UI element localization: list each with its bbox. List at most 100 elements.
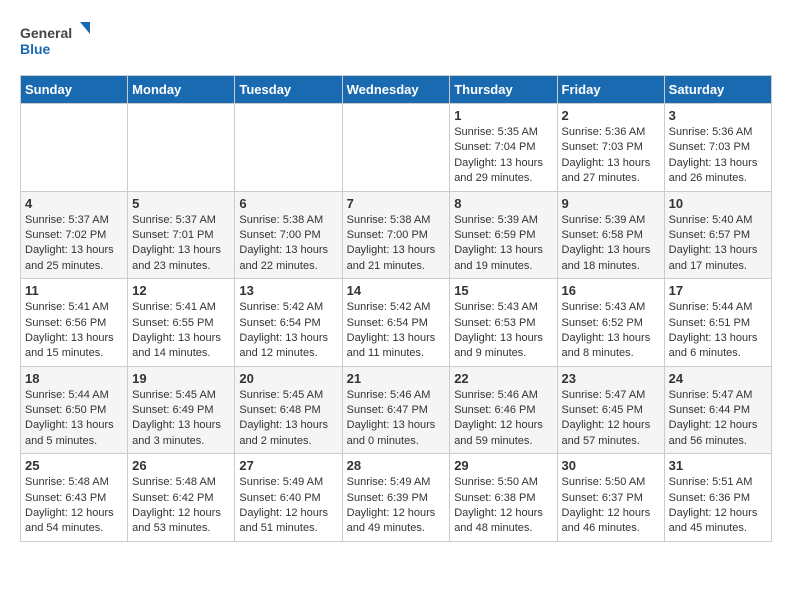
- day-number: 5: [132, 196, 230, 211]
- day-number: 19: [132, 371, 230, 386]
- calendar-cell: 17 Sunrise: 5:44 AM Sunset: 6:51 PM Dayli…: [664, 279, 771, 367]
- calendar-cell: 19 Sunrise: 5:45 AM Sunset: 6:49 PM Dayli…: [128, 366, 235, 454]
- svg-text:Blue: Blue: [20, 41, 51, 57]
- day-detail: Sunrise: 5:39 AM Sunset: 6:58 PM Dayligh…: [562, 213, 660, 275]
- calendar-cell: [128, 104, 235, 192]
- day-number: 13: [239, 283, 337, 298]
- calendar-cell: 2 Sunrise: 5:36 AM Sunset: 7:03 PM Daylig…: [557, 104, 664, 192]
- calendar-cell: [235, 104, 342, 192]
- day-detail: Sunrise: 5:51 AM Sunset: 6:36 PM Dayligh…: [669, 475, 767, 537]
- svg-text:General: General: [20, 25, 72, 41]
- day-number: 24: [669, 371, 767, 386]
- day-number: 30: [562, 458, 660, 473]
- day-number: 4: [25, 196, 123, 211]
- calendar-cell: [21, 104, 128, 192]
- col-header-thursday: Thursday: [450, 76, 557, 104]
- calendar-cell: 24Sunrise: 5:47 AM Sunset: 6:44 PM Dayli…: [664, 366, 771, 454]
- day-number: 10: [669, 196, 767, 211]
- day-number: 22: [454, 371, 552, 386]
- day-detail: Sunrise: 5:45 AM Sunset: 6:49 PM Dayligh…: [132, 388, 230, 450]
- day-number: 18: [25, 371, 123, 386]
- day-number: 15: [454, 283, 552, 298]
- day-number: 16: [562, 283, 660, 298]
- calendar-cell: 30Sunrise: 5:50 AM Sunset: 6:37 PM Dayli…: [557, 454, 664, 542]
- day-number: 23: [562, 371, 660, 386]
- calendar-cell: 20 Sunrise: 5:45 AM Sunset: 6:48 PM Dayli…: [235, 366, 342, 454]
- day-number: 12: [132, 283, 230, 298]
- day-number: 21: [347, 371, 446, 386]
- day-detail: Sunrise: 5:42 AM Sunset: 6:54 PM Dayligh…: [239, 300, 337, 362]
- day-number: 3: [669, 108, 767, 123]
- calendar-cell: 22Sunrise: 5:46 AM Sunset: 6:46 PM Dayli…: [450, 366, 557, 454]
- day-detail: Sunrise: 5:38 AM Sunset: 7:00 PM Dayligh…: [239, 213, 337, 275]
- calendar-cell: 28 Sunrise: 5:49 AM Sunset: 6:39 PM Dayli…: [342, 454, 450, 542]
- calendar-cell: 8 Sunrise: 5:39 AM Sunset: 6:59 PM Daylig…: [450, 191, 557, 279]
- day-detail: Sunrise: 5:40 AM Sunset: 6:57 PM Dayligh…: [669, 213, 767, 275]
- day-detail: Sunrise: 5:44 AM Sunset: 6:51 PM Dayligh…: [669, 300, 767, 362]
- calendar-cell: 3Sunrise: 5:36 AM Sunset: 7:03 PM Daylig…: [664, 104, 771, 192]
- calendar-cell: 10 Sunrise: 5:40 AM Sunset: 6:57 PM Dayli…: [664, 191, 771, 279]
- calendar-cell: 13 Sunrise: 5:42 AM Sunset: 6:54 PM Dayli…: [235, 279, 342, 367]
- calendar-cell: 1 Sunrise: 5:35 AM Sunset: 7:04 PM Daylig…: [450, 104, 557, 192]
- calendar-cell: 25Sunrise: 5:48 AM Sunset: 6:43 PM Dayli…: [21, 454, 128, 542]
- day-detail: Sunrise: 5:49 AM Sunset: 6:40 PM Dayligh…: [239, 475, 337, 537]
- day-detail: Sunrise: 5:41 AM Sunset: 6:55 PM Dayligh…: [132, 300, 230, 362]
- day-number: 9: [562, 196, 660, 211]
- day-number: 27: [239, 458, 337, 473]
- calendar-cell: 15 Sunrise: 5:43 AM Sunset: 6:53 PM Dayli…: [450, 279, 557, 367]
- day-number: 28: [347, 458, 446, 473]
- day-detail: Sunrise: 5:41 AM Sunset: 6:56 PM Dayligh…: [25, 300, 123, 362]
- day-detail: Sunrise: 5:43 AM Sunset: 6:52 PM Dayligh…: [562, 300, 660, 362]
- day-number: 26: [132, 458, 230, 473]
- calendar-cell: 31 Sunrise: 5:51 AM Sunset: 6:36 PM Dayli…: [664, 454, 771, 542]
- calendar-cell: 16 Sunrise: 5:43 AM Sunset: 6:52 PM Dayli…: [557, 279, 664, 367]
- col-header-saturday: Saturday: [664, 76, 771, 104]
- day-detail: Sunrise: 5:45 AM Sunset: 6:48 PM Dayligh…: [239, 388, 337, 450]
- day-number: 6: [239, 196, 337, 211]
- calendar-cell: 7Sunrise: 5:38 AM Sunset: 7:00 PM Daylig…: [342, 191, 450, 279]
- logo-svg: General Blue: [20, 20, 90, 65]
- calendar-cell: 27 Sunrise: 5:49 AM Sunset: 6:40 PM Dayli…: [235, 454, 342, 542]
- calendar-cell: 12 Sunrise: 5:41 AM Sunset: 6:55 PM Dayli…: [128, 279, 235, 367]
- day-detail: Sunrise: 5:44 AM Sunset: 6:50 PM Dayligh…: [25, 388, 123, 450]
- col-header-monday: Monday: [128, 76, 235, 104]
- day-detail: Sunrise: 5:49 AM Sunset: 6:39 PM Dayligh…: [347, 475, 446, 537]
- page-header: General Blue: [20, 20, 772, 65]
- day-number: 8: [454, 196, 552, 211]
- calendar-cell: 23 Sunrise: 5:47 AM Sunset: 6:45 PM Dayli…: [557, 366, 664, 454]
- day-number: 17: [669, 283, 767, 298]
- logo: General Blue: [20, 20, 90, 65]
- day-number: 20: [239, 371, 337, 386]
- calendar-cell: 5Sunrise: 5:37 AM Sunset: 7:01 PM Daylig…: [128, 191, 235, 279]
- day-detail: Sunrise: 5:35 AM Sunset: 7:04 PM Dayligh…: [454, 125, 552, 187]
- day-number: 7: [347, 196, 446, 211]
- calendar-cell: [342, 104, 450, 192]
- day-number: 14: [347, 283, 446, 298]
- calendar-cell: 6 Sunrise: 5:38 AM Sunset: 7:00 PM Daylig…: [235, 191, 342, 279]
- col-header-sunday: Sunday: [21, 76, 128, 104]
- day-number: 29: [454, 458, 552, 473]
- day-number: 1: [454, 108, 552, 123]
- day-number: 2: [562, 108, 660, 123]
- calendar-cell: 9 Sunrise: 5:39 AM Sunset: 6:58 PM Daylig…: [557, 191, 664, 279]
- col-header-friday: Friday: [557, 76, 664, 104]
- calendar-cell: 14Sunrise: 5:42 AM Sunset: 6:54 PM Dayli…: [342, 279, 450, 367]
- calendar-cell: 26 Sunrise: 5:48 AM Sunset: 6:42 PM Dayli…: [128, 454, 235, 542]
- col-header-tuesday: Tuesday: [235, 76, 342, 104]
- day-detail: Sunrise: 5:50 AM Sunset: 6:38 PM Dayligh…: [454, 475, 552, 537]
- day-detail: Sunrise: 5:37 AM Sunset: 7:02 PM Dayligh…: [25, 213, 123, 275]
- day-detail: Sunrise: 5:39 AM Sunset: 6:59 PM Dayligh…: [454, 213, 552, 275]
- calendar-cell: 11 Sunrise: 5:41 AM Sunset: 6:56 PM Dayli…: [21, 279, 128, 367]
- day-detail: Sunrise: 5:36 AM Sunset: 7:03 PM Dayligh…: [562, 125, 660, 187]
- calendar-cell: 29 Sunrise: 5:50 AM Sunset: 6:38 PM Dayli…: [450, 454, 557, 542]
- calendar-cell: 4 Sunrise: 5:37 AM Sunset: 7:02 PM Daylig…: [21, 191, 128, 279]
- day-detail: Sunrise: 5:47 AM Sunset: 6:45 PM Dayligh…: [562, 388, 660, 450]
- day-number: 11: [25, 283, 123, 298]
- day-detail: Sunrise: 5:43 AM Sunset: 6:53 PM Dayligh…: [454, 300, 552, 362]
- calendar-table: SundayMondayTuesdayWednesdayThursdayFrid…: [20, 75, 772, 542]
- calendar-cell: 21 Sunrise: 5:46 AM Sunset: 6:47 PM Dayli…: [342, 366, 450, 454]
- day-detail: Sunrise: 5:48 AM Sunset: 6:43 PM Dayligh…: [25, 475, 123, 537]
- day-detail: Sunrise: 5:46 AM Sunset: 6:47 PM Dayligh…: [347, 388, 446, 450]
- day-detail: Sunrise: 5:48 AM Sunset: 6:42 PM Dayligh…: [132, 475, 230, 537]
- day-number: 31: [669, 458, 767, 473]
